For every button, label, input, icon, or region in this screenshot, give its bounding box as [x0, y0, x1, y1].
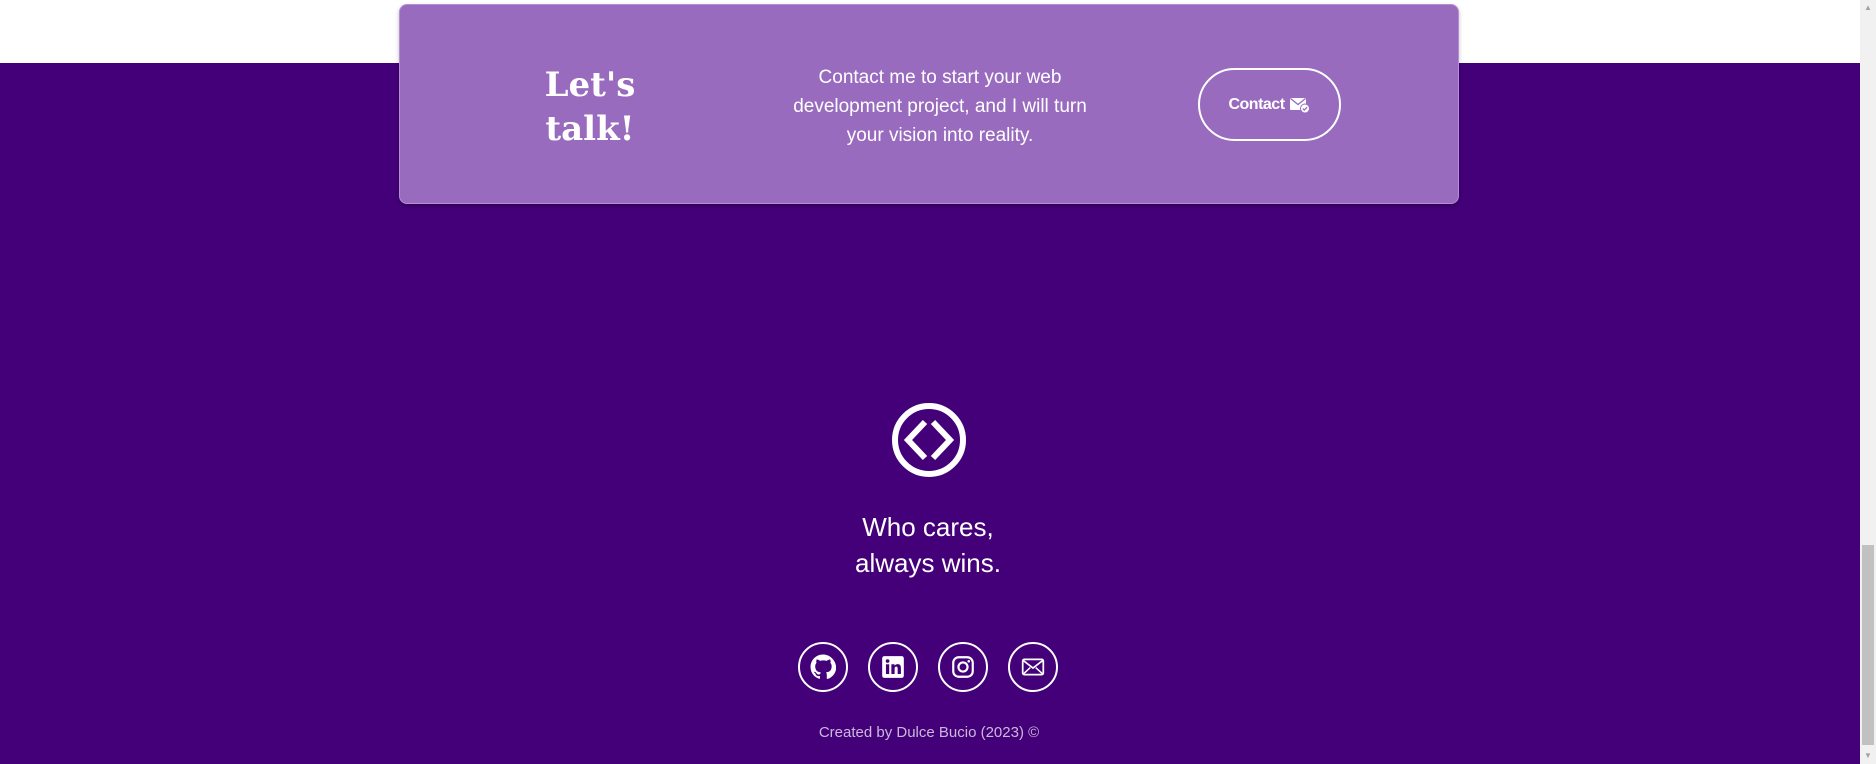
github-icon [810, 654, 836, 679]
tagline-line-1: Who cares, [862, 512, 994, 542]
social-links [798, 642, 1060, 694]
scroll-up-arrow-icon[interactable]: ▲ [1860, 0, 1876, 16]
mail-icon [1021, 658, 1045, 676]
instagram-icon [952, 656, 974, 678]
footer-credit: Created by Dulce Bucio (2023) © [818, 724, 1040, 741]
cta-description-line-2: development project, and I will turn [793, 96, 1087, 117]
contact-cta-card: Let's talk! Contact me to start your web… [399, 4, 1459, 204]
cta-description-line-1: Contact me to start your web [818, 67, 1062, 88]
contact-button[interactable]: Contact [1198, 68, 1341, 141]
mail-link[interactable] [1008, 642, 1058, 692]
cta-title: Let's talk! [544, 65, 636, 149]
linkedin-link[interactable] [868, 642, 918, 692]
code-brackets-icon [892, 403, 966, 477]
instagram-link[interactable] [938, 642, 988, 692]
tagline-line-2: always wins. [855, 548, 1001, 578]
cta-description: Contact me to start your web development… [785, 63, 1095, 150]
contact-button-label: Contact [1228, 95, 1285, 113]
scrollbar-thumb[interactable] [1862, 545, 1874, 745]
cta-description-line-3: your vision into reality. [846, 125, 1034, 146]
vertical-scrollbar[interactable]: ▲ ▼ [1860, 0, 1876, 764]
mail-check-icon [1289, 97, 1310, 113]
github-link[interactable] [798, 642, 848, 692]
footer-tagline: Who cares, always wins. [780, 509, 1076, 581]
scroll-down-arrow-icon[interactable]: ▼ [1860, 748, 1876, 764]
linkedin-icon [882, 656, 904, 678]
